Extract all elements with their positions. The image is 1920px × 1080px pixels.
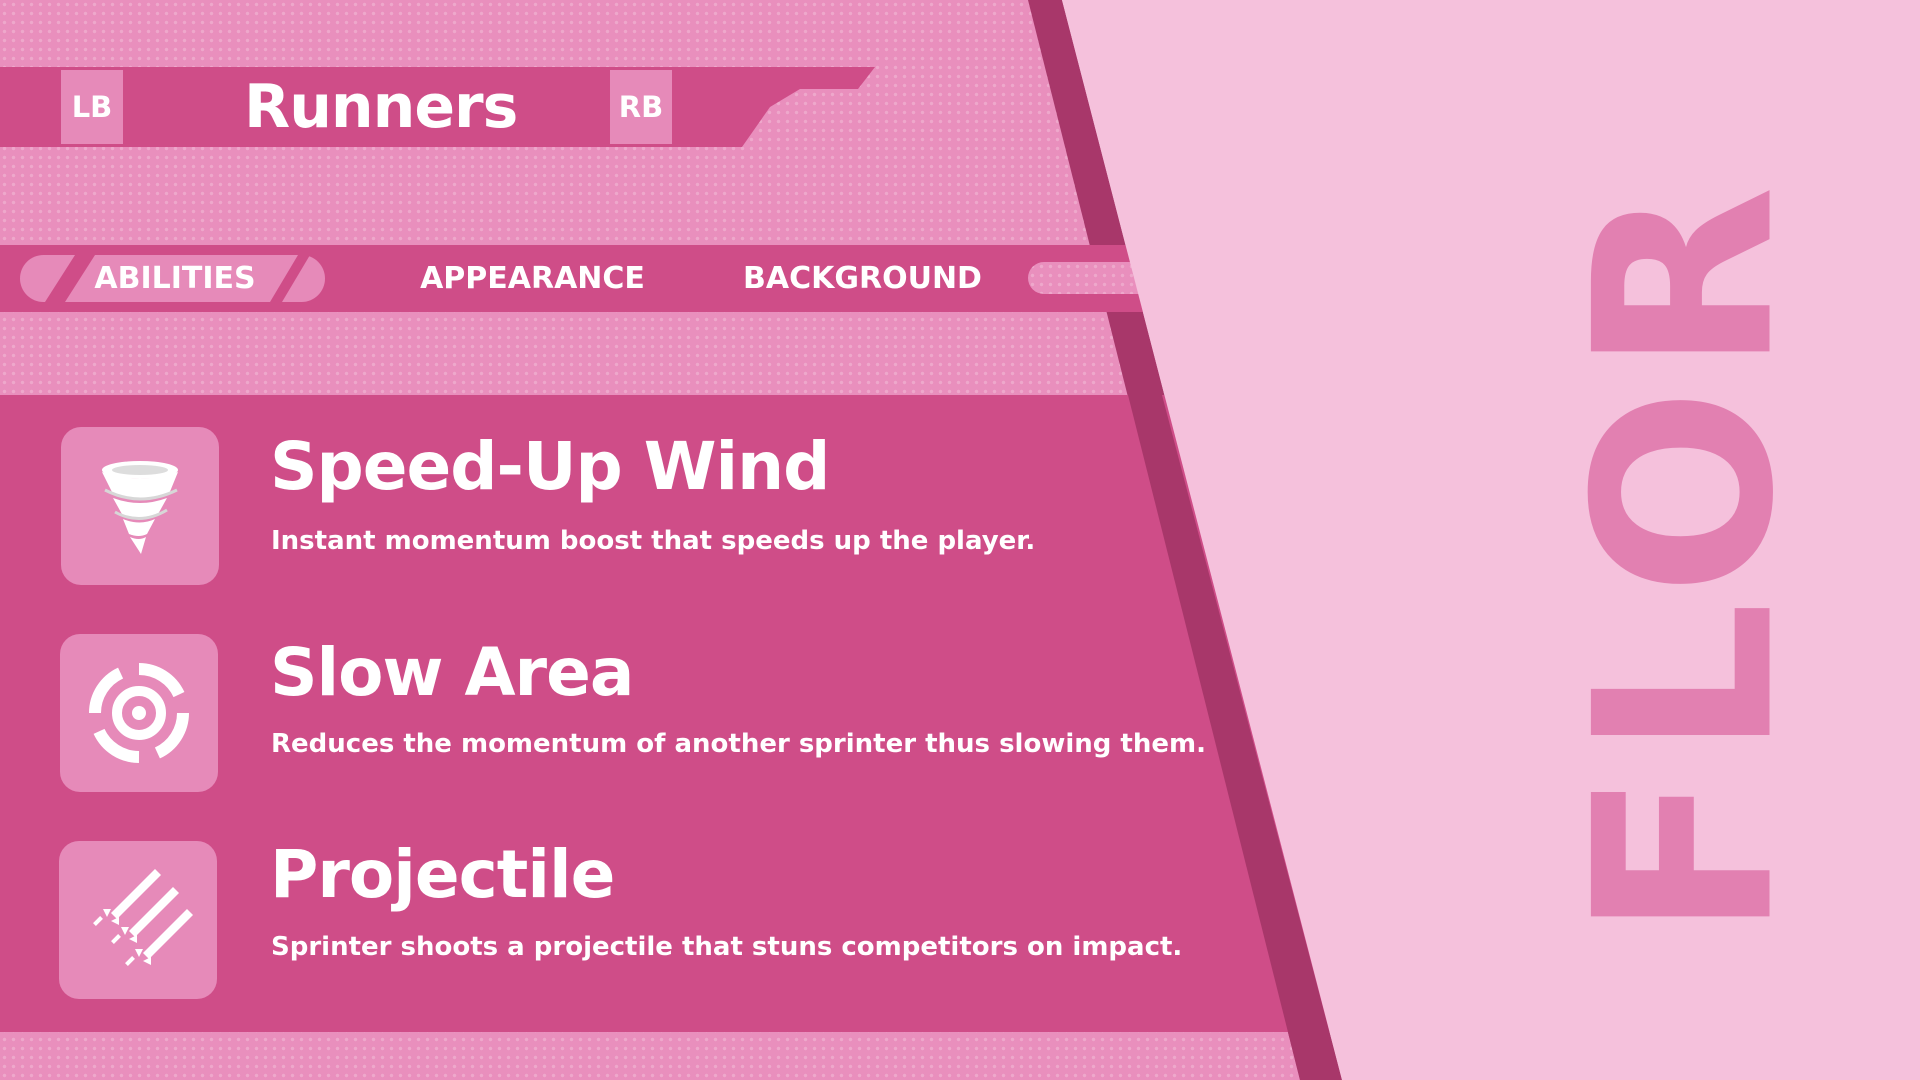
lb-shoulder-button[interactable]: LB [61, 70, 123, 144]
page-title: Runners [244, 72, 518, 142]
ability-card-speed-up-wind[interactable] [61, 427, 219, 585]
tab-appearance[interactable]: APPEARANCE [400, 255, 665, 302]
character-name: FLOR [1542, 171, 1828, 939]
ability-description: Reduces the momentum of another sprinter… [271, 729, 1206, 759]
tab-abilities[interactable]: ABILITIES [70, 255, 280, 302]
ability-description: Sprinter shoots a projectile that stuns … [271, 932, 1183, 962]
target-ring-icon [89, 663, 189, 763]
tornado-icon [102, 461, 178, 554]
ability-name: Slow Area [270, 634, 634, 711]
ability-card-projectile[interactable] [59, 841, 217, 999]
rb-shoulder-button[interactable]: RB [610, 70, 672, 144]
rockets-icon [93, 869, 193, 966]
tab-background[interactable]: BACKGROUND [730, 255, 995, 302]
ability-card-slow-area[interactable] [60, 634, 218, 792]
ability-name: Projectile [270, 836, 615, 913]
ability-name: Speed-Up Wind [270, 428, 830, 505]
ability-description: Instant momentum boost that speeds up th… [271, 526, 1036, 556]
